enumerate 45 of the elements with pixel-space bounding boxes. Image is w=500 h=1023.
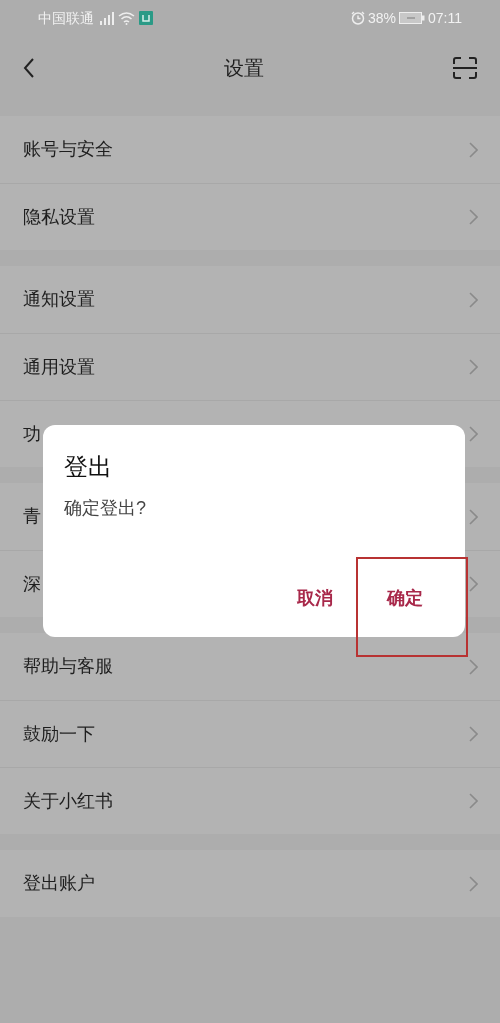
chevron-icon bbox=[469, 875, 478, 892]
chevron-icon bbox=[469, 209, 478, 225]
chevron-icon bbox=[469, 726, 478, 742]
row-label: 鼓励一下 bbox=[23, 722, 95, 746]
clock-time: 07:11 bbox=[428, 8, 462, 28]
settings-row[interactable]: 隐私设置 bbox=[0, 183, 500, 250]
dialog-title: 登出 bbox=[64, 452, 112, 482]
row-label: 通知设置 bbox=[23, 288, 95, 311]
row-label: 青 bbox=[23, 505, 41, 528]
row-label: 登出账户 bbox=[23, 872, 95, 895]
row-label: 账号与安全 bbox=[23, 138, 113, 161]
dialog-button[interactable]: 取消 bbox=[270, 570, 360, 626]
carrier-name: 中国联通 bbox=[38, 8, 94, 28]
settings-row[interactable]: 帮助与客服 bbox=[0, 633, 500, 700]
row-label: 深 bbox=[23, 572, 41, 596]
chevron-icon bbox=[469, 426, 478, 442]
chevron-icon bbox=[469, 508, 478, 525]
wifi-icon bbox=[118, 11, 135, 25]
row-label: 关于小红书 bbox=[23, 789, 113, 813]
settings-row[interactable]: 鼓励一下 bbox=[0, 700, 500, 767]
alarm-icon bbox=[350, 11, 365, 25]
settings-row[interactable]: 登出账户 bbox=[0, 850, 500, 917]
battery-percent: 38% bbox=[367, 8, 396, 28]
battery-icon bbox=[399, 12, 425, 24]
settings-row[interactable]: 账号与安全 bbox=[0, 116, 500, 183]
row-label: 隐私设置 bbox=[23, 205, 95, 229]
row-label: 通用设置 bbox=[23, 355, 95, 379]
back-icon[interactable] bbox=[22, 57, 36, 79]
row-label: 帮助与客服 bbox=[23, 655, 113, 678]
chevron-icon bbox=[469, 658, 478, 675]
chevron-icon bbox=[469, 793, 478, 809]
app-icon bbox=[139, 11, 153, 25]
scan-icon[interactable] bbox=[452, 56, 478, 80]
dialog-button[interactable]: 确定 bbox=[360, 570, 450, 626]
settings-row[interactable]: 通用设置 bbox=[0, 333, 500, 400]
chevron-icon bbox=[469, 359, 478, 375]
chevron-icon bbox=[469, 141, 478, 158]
chevron-icon bbox=[469, 291, 478, 308]
settings-row[interactable]: 通知设置 bbox=[0, 266, 500, 333]
signal-icon bbox=[98, 11, 114, 25]
dialog-message: 确定登出? bbox=[64, 497, 146, 520]
settings-row[interactable]: 关于小红书 bbox=[0, 767, 500, 834]
row-label: 功 bbox=[23, 422, 41, 446]
chevron-icon bbox=[469, 576, 478, 592]
page-title: 设置 bbox=[224, 56, 264, 81]
